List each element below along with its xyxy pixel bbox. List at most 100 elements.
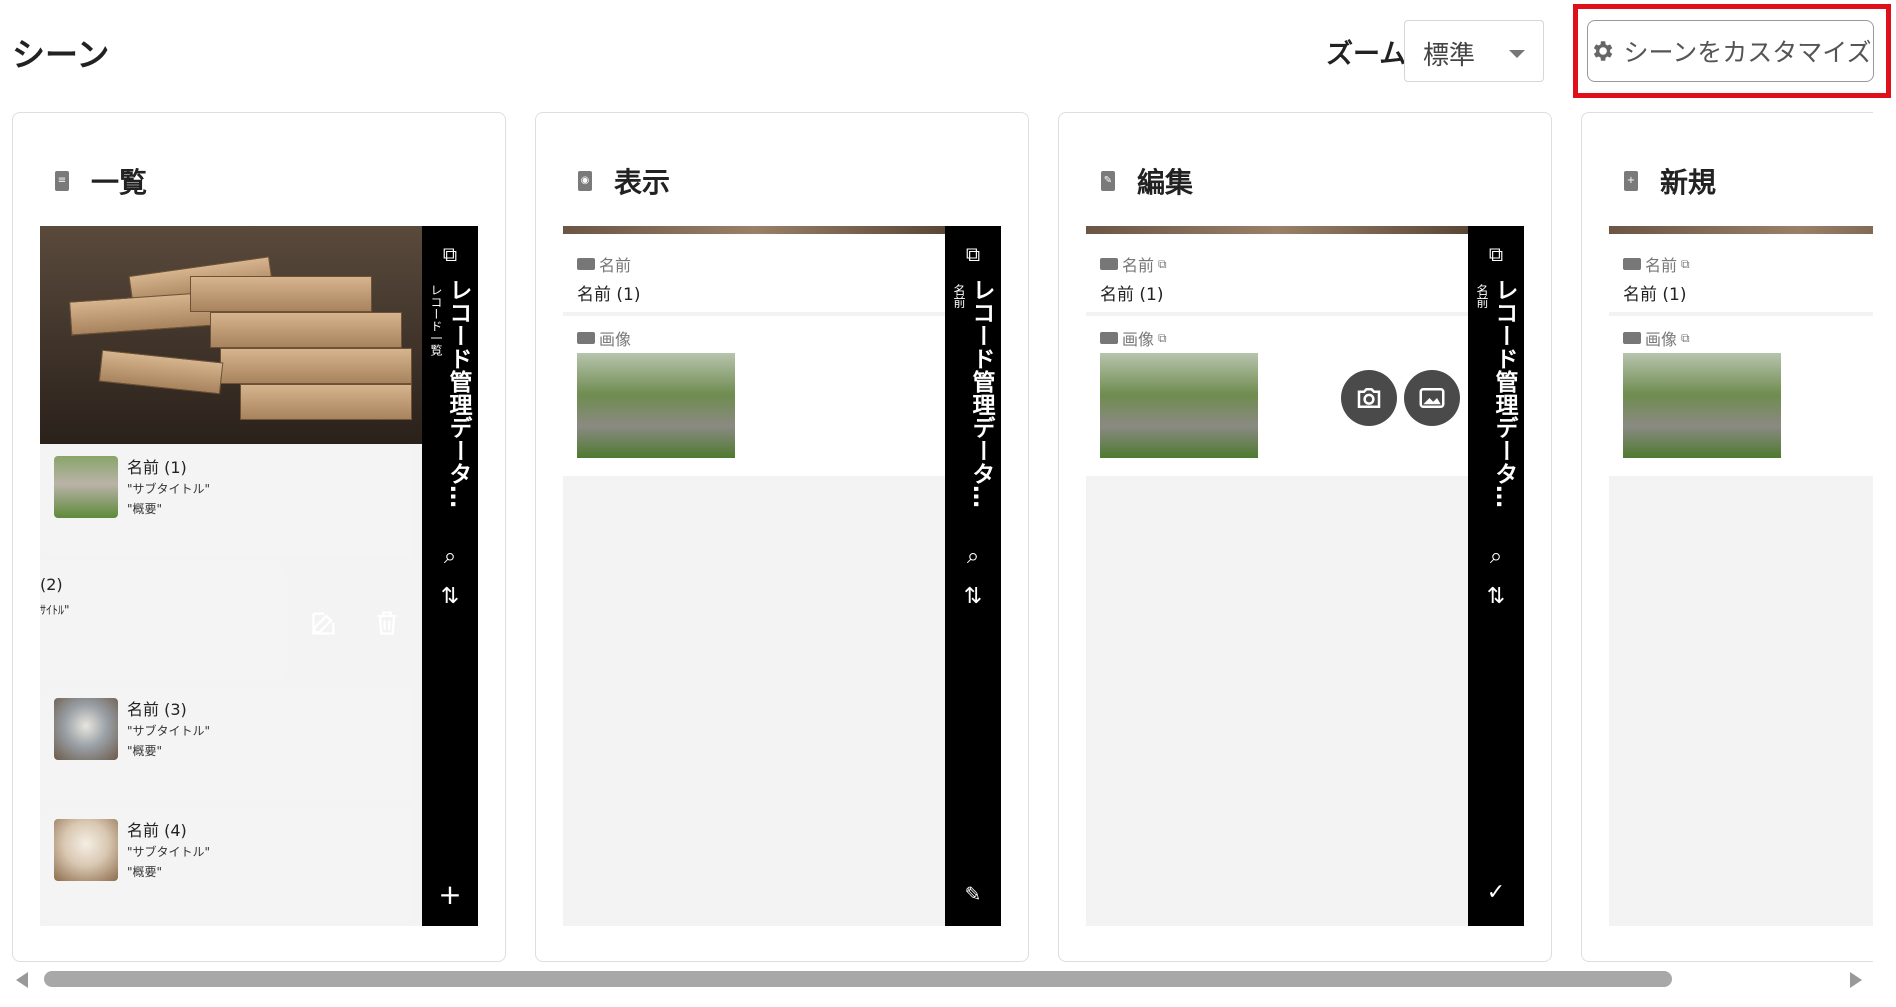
app-subtitle: 名前 bbox=[1475, 284, 1489, 308]
list-item[interactable]: 名前 (1) "サブタイトル" "概要" bbox=[47, 446, 412, 558]
list-item-name: 名前 (4) bbox=[127, 821, 187, 840]
list-item-swiped[interactable]: (2) ｻｲﾄﾙ" bbox=[40, 567, 287, 679]
editable-icon: ⧉ bbox=[1158, 330, 1167, 345]
scene-card-view[interactable]: ◉ 表示 名前 名前 (1) 画像 ⧉ レコード管理データ… 名前 ⌕ ⇅ ✎ bbox=[535, 112, 1029, 962]
customize-scenes-button[interactable]: シーンをカスタマイズ bbox=[1587, 20, 1874, 82]
add-scene-icon: + bbox=[1624, 171, 1638, 191]
app-sidebar: ⧉ レコード管理データ… 名前 ⌕ ⇅ ✓ bbox=[1468, 226, 1524, 926]
field-name: 名前 名前 (1) bbox=[563, 234, 945, 312]
list-item-name: 名前 (1) bbox=[127, 458, 187, 477]
list-item-summary: "概要" bbox=[127, 865, 163, 879]
field-name[interactable]: 名前 ⧉ 名前 (1) bbox=[1609, 234, 1873, 312]
page-title: シーン bbox=[12, 35, 110, 74]
field-label: 画像 bbox=[577, 326, 631, 350]
customize-scenes-label: シーンをカスタマイズ bbox=[1623, 38, 1872, 67]
list-item[interactable]: 名前 (4) "サブタイトル" "概要" bbox=[47, 809, 412, 921]
zoom-select[interactable]: 標準 bbox=[1404, 20, 1544, 82]
list-item-summary: "概要" bbox=[127, 502, 163, 516]
phone-preview: 名前 ⧉ 名前 (1) 画像 ⧉ bbox=[1609, 226, 1873, 926]
field-image: 画像 bbox=[563, 316, 945, 476]
camera-button[interactable] bbox=[1341, 370, 1397, 426]
field-value: 名前 (1) bbox=[1623, 285, 1687, 305]
list-item-summary: "概要" bbox=[127, 744, 163, 758]
edit-icon[interactable]: ✎ bbox=[945, 882, 1001, 906]
field-label: 名前 bbox=[577, 252, 631, 276]
phone-preview: 名前 (1) "サブタイトル" "概要" (2) ｻｲﾄﾙ" 名前 (3) "サ… bbox=[40, 226, 478, 926]
editable-icon: ⧉ bbox=[1158, 256, 1167, 271]
scene-header: + 新規 bbox=[1624, 161, 1716, 201]
field-value: 名前 (1) bbox=[1100, 285, 1164, 305]
zoom-label: ズーム bbox=[1326, 39, 1407, 70]
image-field-icon bbox=[1100, 332, 1118, 344]
scenes-viewport: ≡ 一覧 名前 (1) "サブタイトル" "概要" (2) ｻｲﾄﾙ" 名前 (… bbox=[0, 110, 1873, 965]
edit-scene-icon: ✎ bbox=[1101, 171, 1115, 191]
text-field-icon bbox=[1100, 258, 1118, 270]
image-field-icon bbox=[577, 332, 595, 344]
field-label: 画像 ⧉ bbox=[1100, 326, 1167, 350]
cat-image bbox=[1623, 353, 1781, 458]
hero-image bbox=[40, 226, 422, 444]
field-value: 名前 (1) bbox=[577, 285, 641, 305]
sort-icon[interactable]: ⇅ bbox=[422, 584, 478, 609]
list-item-subtitle: ｻｲﾄﾙ" bbox=[40, 603, 70, 617]
cat-thumbnail bbox=[54, 819, 118, 881]
list-item-subtitle: "サブタイトル" bbox=[127, 845, 211, 859]
hero-strip bbox=[1086, 226, 1468, 234]
field-label: 画像 ⧉ bbox=[1623, 326, 1690, 350]
cat-thumbnail bbox=[54, 456, 118, 518]
app-subtitle: 名前 bbox=[952, 284, 966, 308]
check-icon[interactable]: ✓ bbox=[1468, 880, 1524, 905]
delete-icon[interactable] bbox=[373, 609, 401, 637]
view-icon: ◉ bbox=[578, 171, 592, 191]
app-title: レコード管理データ… bbox=[445, 278, 471, 508]
field-label: 名前 ⧉ bbox=[1623, 252, 1690, 276]
list-item-subtitle: "サブタイトル" bbox=[127, 724, 211, 738]
search-icon[interactable]: ⌕ bbox=[422, 544, 478, 569]
app-title: レコード管理データ… bbox=[968, 278, 994, 508]
list-item-name: 名前 (3) bbox=[127, 700, 187, 719]
scrollbar-thumb[interactable] bbox=[44, 971, 1672, 987]
copy-icon[interactable]: ⧉ bbox=[422, 242, 478, 266]
field-image[interactable]: 画像 ⧉ bbox=[1086, 316, 1468, 476]
scene-card-new[interactable]: + 新規 名前 ⧉ 名前 (1) 画像 ⧉ bbox=[1581, 112, 1873, 962]
scene-title: 一覧 bbox=[91, 166, 148, 199]
copy-icon[interactable]: ⧉ bbox=[945, 242, 1001, 266]
list-icon: ≡ bbox=[55, 171, 69, 191]
scene-header: ≡ 一覧 bbox=[55, 161, 147, 201]
phone-preview: 名前 ⧉ 名前 (1) 画像 ⧉ ⧉ レコード管理データ… 名前 ⌕ ⇅ ✓ bbox=[1086, 226, 1524, 926]
cat-thumbnail bbox=[54, 698, 118, 760]
image-field-icon bbox=[1623, 332, 1641, 344]
app-sidebar: ⧉ レコード管理データ… レコード一覧 ⌕ ⇅ + bbox=[422, 226, 478, 926]
gear-icon bbox=[1594, 41, 1613, 61]
editable-icon: ⧉ bbox=[1681, 330, 1690, 345]
scene-title: 編集 bbox=[1137, 166, 1194, 199]
edit-icon[interactable] bbox=[310, 609, 338, 637]
horizontal-scrollbar[interactable] bbox=[10, 966, 1870, 992]
add-icon[interactable]: + bbox=[422, 878, 478, 911]
sort-icon[interactable]: ⇅ bbox=[1468, 584, 1524, 609]
hero-strip bbox=[563, 226, 945, 234]
scroll-left-icon[interactable] bbox=[16, 972, 28, 988]
sort-icon[interactable]: ⇅ bbox=[945, 584, 1001, 609]
gallery-button[interactable] bbox=[1404, 370, 1460, 426]
scene-header: ◉ 表示 bbox=[578, 161, 670, 201]
scene-card-edit[interactable]: ✎ 編集 名前 ⧉ 名前 (1) 画像 ⧉ ⧉ レコード管理データ… 名前 ⌕ … bbox=[1058, 112, 1552, 962]
hero-strip bbox=[1609, 226, 1873, 234]
scene-card-list[interactable]: ≡ 一覧 名前 (1) "サブタイトル" "概要" (2) ｻｲﾄﾙ" 名前 (… bbox=[12, 112, 506, 962]
image-icon bbox=[1419, 388, 1445, 408]
list-item[interactable]: 名前 (3) "サブタイトル" "概要" bbox=[47, 688, 412, 800]
chevron-down-icon bbox=[1509, 50, 1525, 58]
list-item-subtitle: "サブタイトル" bbox=[127, 482, 211, 496]
field-label: 名前 ⧉ bbox=[1100, 252, 1167, 276]
search-icon[interactable]: ⌕ bbox=[945, 544, 1001, 569]
field-image[interactable]: 画像 ⧉ bbox=[1609, 316, 1873, 476]
field-name[interactable]: 名前 ⧉ 名前 (1) bbox=[1086, 234, 1468, 312]
copy-icon[interactable]: ⧉ bbox=[1468, 242, 1524, 266]
app-subtitle: レコード一覧 bbox=[429, 284, 443, 356]
scroll-right-icon[interactable] bbox=[1850, 972, 1862, 988]
scene-title: 新規 bbox=[1660, 166, 1717, 199]
scene-title: 表示 bbox=[614, 166, 671, 199]
text-field-icon bbox=[1623, 258, 1641, 270]
search-icon[interactable]: ⌕ bbox=[1468, 544, 1524, 569]
cat-image bbox=[1100, 353, 1258, 458]
